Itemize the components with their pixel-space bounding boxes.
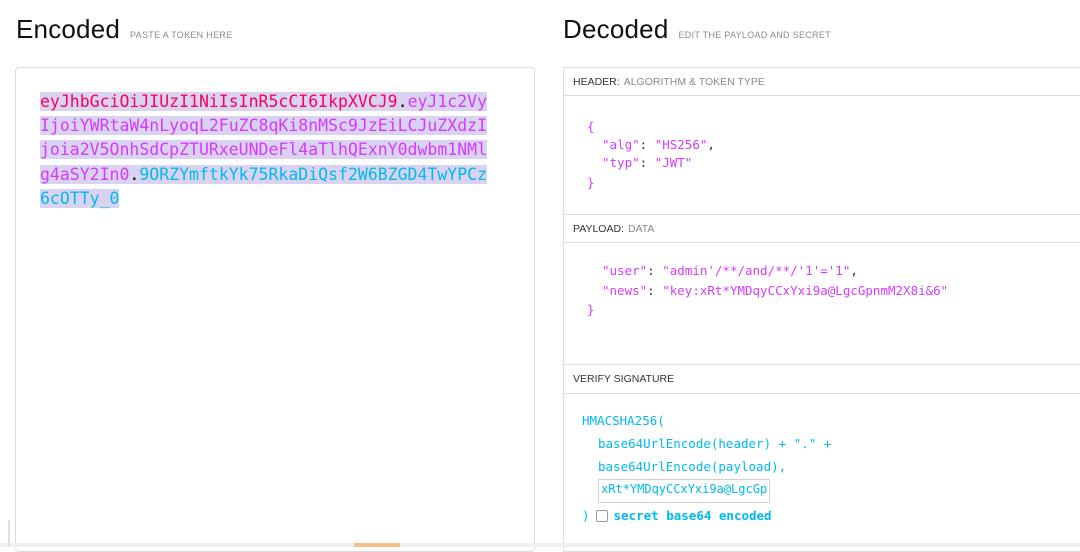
signature-section-label: VERIFY SIGNATURE <box>573 373 675 385</box>
header-section-title: HEADER: ALGORITHM & TOKEN TYPE <box>564 68 1080 96</box>
header-section-sublabel: ALGORITHM & TOKEN TYPE <box>623 76 765 88</box>
payload-news-line: "news": "key:xRt*YMDqyCCxYxi9a@LgcGpnmM2… <box>602 283 949 298</box>
secret-base64-label[interactable]: secret base64 encoded <box>614 508 772 523</box>
encoded-token-text[interactable]: eyJhbGciOiJIUzI1NiIsInR5cCI6IkpXVCJ9.eyJ… <box>40 90 492 211</box>
payload-json-editor[interactable]: "user": "admin'/**/and/**/'1'='1", "news… <box>564 244 1080 364</box>
encoded-title: Encoded <box>16 14 121 44</box>
payload-user-line: "user": "admin'/**/and/**/'1'='1", <box>602 263 858 278</box>
secret-base64-checkbox[interactable] <box>595 509 608 522</box>
payload-encode-line: base64UrlEncode(payload), <box>598 459 787 474</box>
bottom-accent <box>354 543 400 547</box>
user-value: "admin'/**/and/**/'1'='1" <box>662 263 851 278</box>
encoded-hint: PASTE A TOKEN HERE <box>130 30 233 40</box>
hmac-line: HMACSHA256( <box>582 413 665 428</box>
header-section-label: HEADER: <box>573 76 620 88</box>
user-key: "user" <box>602 263 648 278</box>
payload-section-sublabel: DATA <box>627 223 655 235</box>
decoded-hint: EDIT THE PAYLOAD AND SECRET <box>678 30 831 40</box>
header-close-brace: } <box>587 175 595 190</box>
news-key: "news" <box>602 283 648 298</box>
header-typ-line: "typ": "JWT" <box>602 155 693 170</box>
decoded-heading: Decoded EDIT THE PAYLOAD AND SECRET <box>563 14 831 45</box>
typ-value: "JWT" <box>654 155 693 170</box>
alg-value: "HS256" <box>654 137 708 152</box>
decoded-title: Decoded <box>563 14 669 44</box>
header-encode-line: base64UrlEncode(header) + "." + <box>598 436 832 451</box>
signature-section-title: VERIFY SIGNATURE <box>564 365 1080 394</box>
alg-key: "alg" <box>602 137 640 152</box>
bottom-bar <box>0 543 1080 547</box>
encoded-heading: Encoded PASTE A TOKEN HERE <box>16 14 232 45</box>
header-alg-line: "alg": "HS256", <box>602 137 715 152</box>
left-edge-line <box>8 520 10 547</box>
signature-close-paren: ) <box>582 508 590 523</box>
header-open-brace: { <box>587 119 595 134</box>
typ-key: "typ" <box>602 155 640 170</box>
token-dot: . <box>397 92 408 111</box>
secret-input[interactable]: xRt*YMDqyCCxYxi9a@LgcGp <box>598 479 770 503</box>
payload-section-label: PAYLOAD: <box>573 223 624 235</box>
header-json-editor[interactable]: { "alg": "HS256", "typ": "JWT" } <box>564 96 1080 214</box>
payload-section-title: PAYLOAD: DATA <box>564 215 1080 243</box>
encoded-token-editor[interactable]: eyJhbGciOiJIUzI1NiIsInR5cCI6IkpXVCJ9.eyJ… <box>15 67 535 552</box>
news-value: "key:xRt*YMDqyCCxYxi9a@LgcGpnmM2X8i&6" <box>662 283 949 298</box>
token-dot: . <box>129 164 140 184</box>
secret-base64-row: ) secret base64 encoded <box>582 508 772 523</box>
payload-close-brace: } <box>587 302 595 317</box>
decoded-panel: HEADER: ALGORITHM & TOKEN TYPE { "alg": "… <box>563 67 1080 552</box>
token-header-part: eyJhbGciOiJIUzI1NiIsInR5cCI6IkpXVCJ9 <box>40 92 398 111</box>
